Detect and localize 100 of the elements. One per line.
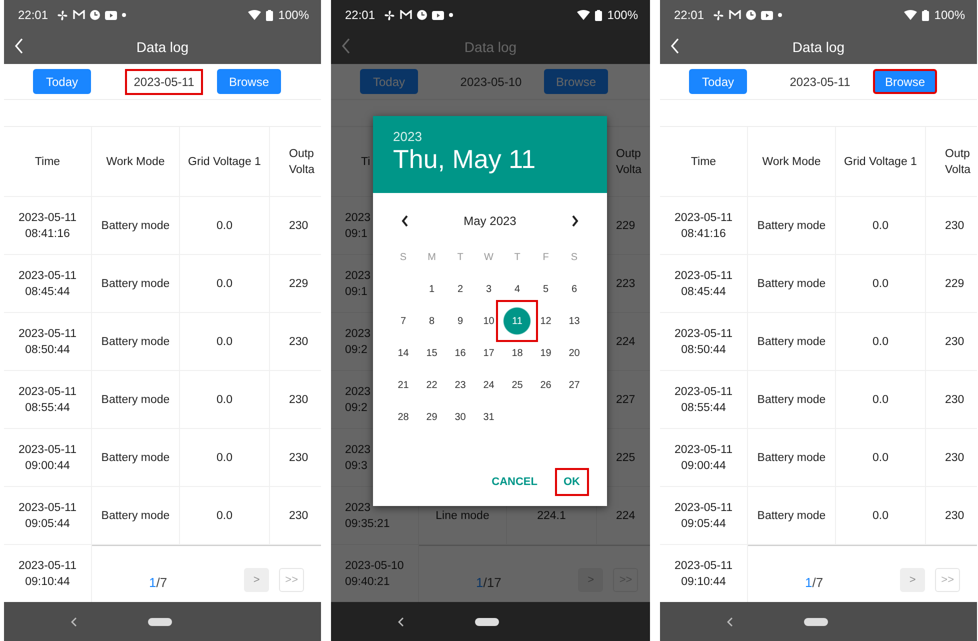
dot-icon: [449, 13, 454, 17]
column-header: Grid Voltage 1: [844, 156, 917, 168]
output-voltage-cell: 223: [616, 278, 636, 290]
calendar-day[interactable]: 31: [474, 402, 504, 432]
dot-icon: [122, 13, 126, 17]
chevron-right-icon[interactable]: [570, 215, 579, 227]
grid-voltage-cell: 0.0: [872, 336, 888, 348]
calendar-day[interactable]: 23: [445, 370, 476, 400]
grid-voltage-cell: 0.0: [872, 510, 888, 522]
calendar-day[interactable]: 6: [559, 274, 590, 304]
time-cell-text: 2023-05-11 08:55:44: [18, 384, 76, 416]
calendar-day[interactable]: 21: [388, 370, 418, 400]
column-header: Outp Volta: [616, 146, 642, 178]
battery-icon: [595, 10, 602, 20]
browse-button[interactable]: Browse: [873, 69, 937, 94]
weekday-label: W: [484, 252, 494, 262]
output-voltage-cell: 224: [616, 336, 636, 348]
wifi-icon: [904, 10, 918, 20]
calendar-day[interactable]: 15: [416, 338, 447, 368]
time-cell-text: 2023-05-11 09:00:44: [18, 442, 76, 474]
time-cell-text: 2023 09:1: [345, 268, 371, 300]
output-voltage-cell: 230: [945, 336, 964, 348]
calendar-day[interactable]: 9: [445, 306, 476, 336]
work-mode-cell: Line mode: [436, 510, 490, 522]
chevron-left-icon[interactable]: [401, 215, 409, 227]
time-cell-text: 2023 09:2: [345, 326, 371, 358]
selected-date[interactable]: 2023-05-11: [781, 68, 859, 94]
grid-voltage-cell: 0.0: [872, 394, 888, 406]
weekday-label: S: [570, 252, 578, 262]
calendar-day[interactable]: 13: [559, 306, 590, 336]
calendar-day[interactable]: 28: [388, 402, 418, 432]
dialog-button[interactable]: CANCEL: [482, 468, 546, 496]
back-icon[interactable]: [70, 616, 77, 626]
calendar-day[interactable]: 29: [416, 402, 447, 432]
screen-title: Data log: [136, 39, 189, 55]
calendar-day[interactable]: 1: [416, 274, 447, 304]
grid-voltage-cell: 0.0: [872, 452, 888, 464]
calendar-day[interactable]: 26: [530, 370, 561, 400]
browse-button[interactable]: Browse: [217, 69, 281, 94]
calendar-day[interactable]: 30: [445, 402, 476, 432]
play-icon: [105, 10, 118, 20]
today-button[interactable]: Today: [689, 69, 747, 94]
calendar-day[interactable]: 22: [416, 370, 447, 400]
weekday-label: S: [400, 252, 407, 262]
calendar-day[interactable]: 24: [474, 370, 504, 400]
time-cell-text: 2023-05-10 09:40:21: [345, 558, 404, 590]
calendar-day[interactable]: 25: [502, 370, 532, 400]
dialog-button[interactable]: OK: [554, 468, 589, 496]
picker-date: Thu, May 11: [393, 144, 536, 174]
grid-voltage-cell: 0.0: [872, 220, 888, 232]
page-indicator: 1/17: [476, 575, 502, 590]
calendar-day[interactable]: 20: [559, 338, 590, 368]
calendar-day[interactable]: 11: [496, 300, 538, 342]
column-header: Time: [690, 156, 716, 168]
fan-icon: [713, 10, 724, 20]
home-icon[interactable]: [148, 618, 172, 626]
selected-date[interactable]: 2023-05-11: [125, 68, 203, 94]
back-icon[interactable]: [397, 616, 404, 626]
grid-voltage-cell: 0.0: [216, 278, 232, 290]
column-header: Ti: [361, 156, 370, 168]
home-icon[interactable]: [804, 618, 828, 626]
calendar-day[interactable]: 27: [559, 370, 590, 400]
back-icon[interactable]: [726, 616, 733, 626]
weekday-label: F: [542, 252, 549, 262]
calendar-day[interactable]: 8: [416, 306, 447, 336]
mail-icon: [729, 10, 742, 20]
output-voltage-cell: 229: [289, 278, 308, 290]
grid-voltage-cell: 0.0: [216, 336, 232, 348]
wifi-icon: [577, 10, 590, 20]
time-cell-text: 2023-05-11 09:10:44: [18, 558, 76, 590]
output-voltage-cell: 230: [289, 394, 308, 406]
output-voltage-cell: 224: [616, 510, 636, 522]
screen-title: Data log: [464, 39, 517, 55]
time-cell-text: 2023 09:3: [345, 442, 371, 474]
status-time: 22:01: [18, 8, 48, 22]
calendar-day[interactable]: 2: [445, 274, 476, 304]
output-voltage-cell: 230: [289, 510, 308, 522]
time-cell-text: 2023-05-11 08:50:44: [674, 326, 732, 358]
grid-voltage-cell: 0.0: [872, 278, 888, 290]
time-cell-text: 2023 09:1: [345, 210, 371, 242]
work-mode-cell: Battery mode: [101, 278, 170, 290]
grid-voltage-cell: 224.1: [537, 510, 566, 522]
column-header: Outp Volta: [945, 146, 971, 178]
battery-level: 100%: [607, 8, 638, 22]
work-mode-cell: Battery mode: [757, 336, 826, 348]
home-icon[interactable]: [475, 618, 499, 626]
time-cell-text: 2023-05-11 08:45:44: [674, 268, 732, 300]
work-mode-cell: Battery mode: [757, 278, 826, 290]
calendar-day[interactable]: 16: [445, 338, 476, 368]
output-voltage-cell: 230: [945, 510, 964, 522]
clock-icon: [90, 10, 100, 20]
output-voltage-cell: 230: [945, 394, 964, 406]
work-mode-cell: Battery mode: [757, 452, 826, 464]
column-header: Grid Voltage 1: [188, 156, 261, 168]
battery-icon: [266, 10, 274, 20]
calendar-day[interactable]: 14: [388, 338, 418, 368]
calendar-day[interactable]: 7: [388, 306, 418, 336]
month-label: May 2023: [464, 214, 516, 228]
work-mode-cell: Battery mode: [101, 220, 170, 232]
today-button[interactable]: Today: [33, 69, 91, 94]
